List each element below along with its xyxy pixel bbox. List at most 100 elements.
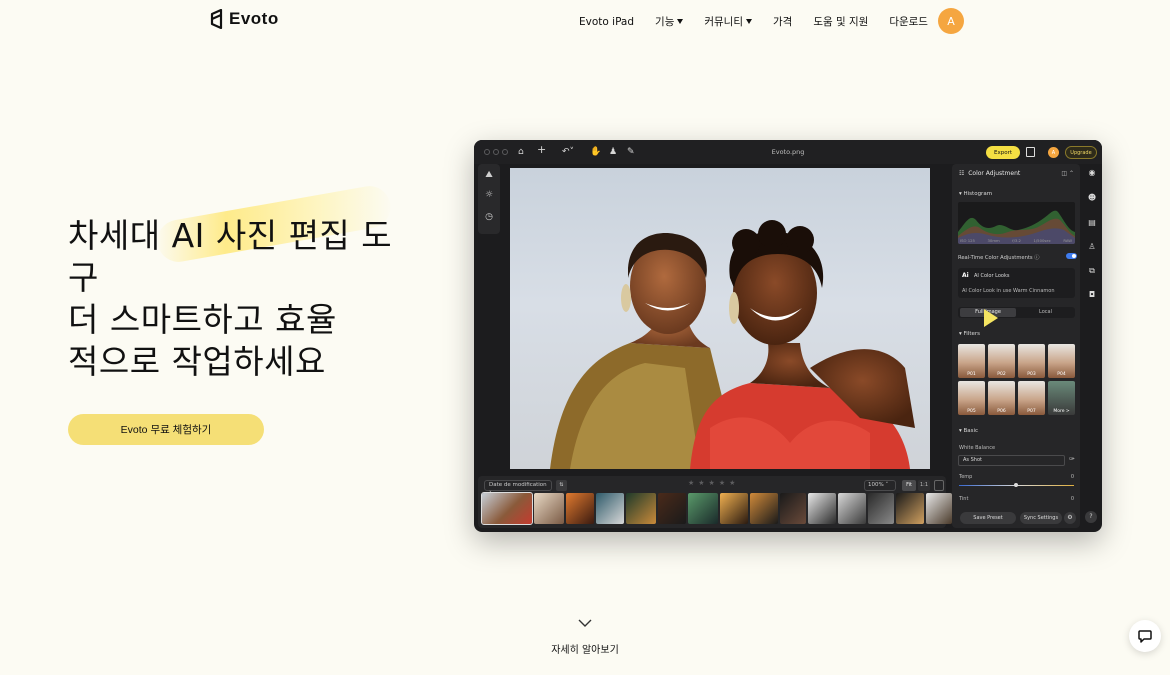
learn-more-link[interactable]: 자세히 알아보기 (0, 641, 1170, 656)
main-nav: Evoto iPad 기능 커뮤니티 가격 도움 및 지원 다운로드 (579, 14, 928, 29)
hero-title-line: 적으로 작업하세요 (68, 342, 326, 381)
filter-label: P02 (997, 372, 1006, 377)
nav-label: 다운로드 (889, 16, 928, 28)
layers-icon: ▤ (1088, 218, 1096, 227)
sync-settings-button: Sync Settings (1020, 512, 1062, 524)
histogram-stat: f/3.2 (1012, 238, 1021, 243)
filter-thumb: P05 (958, 381, 985, 415)
nav-item-support[interactable]: 도움 및 지원 (813, 14, 868, 29)
chat-bubble-icon (1138, 630, 1152, 643)
filters-header: ▾ Filters (959, 331, 981, 337)
thumbnail (534, 493, 564, 524)
photo-canvas (510, 168, 930, 469)
ai-color-looks-card: Ai AI Color Looks AI Color Look in use W… (958, 268, 1075, 298)
histogram-stat: 1/500sec (1033, 238, 1051, 243)
hero-title-line: 더 스마트하고 효율 (68, 300, 337, 339)
mountain-edit-icon: ⛰ (485, 170, 493, 180)
free-trial-button[interactable]: Evoto 무료 체험하기 (68, 414, 264, 445)
thumbnail (658, 493, 686, 524)
chevron-down-icon[interactable] (578, 619, 592, 628)
nav-item-download[interactable]: 다운로드 (889, 14, 928, 29)
thumbnail-strip (481, 492, 976, 525)
thumbnail (596, 493, 624, 524)
histogram-label: Histogram (963, 191, 993, 197)
panel-layout-icon: ◫ ⌃ (1061, 170, 1074, 177)
nav-item-pricing[interactable]: 가격 (773, 14, 792, 29)
upgrade-button: Upgrade (1065, 146, 1097, 159)
filter-label: More > (1053, 409, 1070, 414)
panel-title-text: Color Adjustment (968, 170, 1021, 177)
thumbnail (896, 493, 924, 524)
sort-order-icon: ⇅ (556, 480, 567, 491)
app-topbar: ⌂ + ↶˅ ✋ ♟ ✎ Evoto.png Export A Upgrade (474, 140, 1102, 164)
thumbnail (780, 493, 806, 524)
ai-looks-title: AI Color Looks (974, 273, 1010, 279)
save-preset-button: Save Preset (960, 512, 1016, 524)
nav-item-community[interactable]: 커뮤니티 (704, 14, 752, 29)
sun-icon: ☼ (484, 190, 494, 200)
filters-label: Filters (963, 331, 981, 337)
compare-icon (934, 480, 944, 491)
hero-title-line: 구 (68, 258, 99, 297)
app-avatar: A (1048, 147, 1059, 158)
chat-support-button[interactable] (1129, 620, 1161, 652)
filter-label: P03 (1027, 372, 1036, 377)
filter-label: P07 (1027, 409, 1036, 414)
filter-thumb-more: More > (1048, 381, 1075, 415)
basic-header: ▾ Basic (959, 428, 979, 434)
realtime-adjust-label: Real-Time Color Adjustments ⓘ (958, 255, 1040, 261)
eyedropper-icon: ✑ (1069, 455, 1075, 463)
histogram-stats: ISO 125 30mm f/3.2 1/500sec RAW (960, 238, 1072, 243)
nav-label: 기능 (655, 16, 675, 28)
pointer-cursor-icon (984, 309, 998, 327)
filter-label: P01 (967, 372, 976, 377)
app-screenshot: ⌂ + ↶˅ ✋ ♟ ✎ Evoto.png Export A Upgrade … (474, 140, 1102, 532)
realtime-toggle (1066, 253, 1077, 259)
temp-slider-knob (1014, 483, 1018, 487)
filter-thumb: P01 (958, 344, 985, 378)
one-to-one-button: 1:1 (918, 480, 930, 491)
realtime-adjust-text: Real-Time Color Adjustments (958, 255, 1033, 261)
sort-dropdown: Date de modification ˅ (484, 480, 552, 497)
sidebar-toggle-icon (1026, 147, 1035, 157)
nav-label: 도움 및 지원 (813, 16, 869, 28)
histogram-stat: 30mm (987, 238, 1000, 243)
filter-thumb: P07 (1018, 381, 1045, 415)
thumbnail (808, 493, 836, 524)
help-icon: ? (1085, 511, 1097, 523)
thumbnail (626, 493, 656, 524)
nav-item-features[interactable]: 기능 (655, 14, 684, 29)
thumbnail (838, 493, 866, 524)
temp-label: Temp (959, 474, 973, 480)
filter-label: P06 (997, 409, 1006, 414)
fit-button: Fit (902, 480, 916, 491)
histogram-header: ▾ Histogram (959, 191, 993, 197)
thumbnail (481, 492, 533, 525)
ai-looks-desc: AI Color Look in use Warm Cinnamon (962, 288, 1055, 294)
nav-item-evoto-ipad[interactable]: Evoto iPad (579, 16, 634, 28)
face-icon: ☻ (1087, 193, 1097, 202)
caret-down-icon (677, 19, 684, 24)
white-balance-value: As Shot (963, 457, 982, 463)
nav-label: Evoto iPad (579, 15, 635, 28)
filmstrip: Date de modification ˅ ⇅ ★★★★★ 100% ˅ Fi… (478, 476, 976, 528)
thumbnail (688, 493, 718, 524)
user-avatar[interactable]: A (938, 8, 964, 34)
camera-icon: ◘ (1088, 290, 1096, 299)
tint-value: 0 (1070, 496, 1074, 502)
thumbnail (750, 493, 778, 524)
ai-icon: Ai (962, 272, 969, 279)
histogram-stat: RAW (1063, 238, 1072, 243)
hero-title-line: 차세대 AI 사진 편집 도 (68, 216, 393, 255)
palette-icon: ◉ (1088, 168, 1096, 177)
evoto-logo[interactable]: Evoto (209, 9, 279, 29)
filter-label: P05 (967, 409, 976, 414)
thumbnail (926, 493, 952, 524)
filter-thumb: P02 (988, 344, 1015, 378)
basic-label: Basic (963, 428, 979, 434)
crop-icon: ⧉ (1089, 266, 1095, 275)
thumbnail (868, 493, 894, 524)
histogram-stat: ISO 125 (960, 238, 975, 243)
evoto-logo-icon (210, 9, 223, 29)
filter-thumb: P06 (988, 381, 1015, 415)
